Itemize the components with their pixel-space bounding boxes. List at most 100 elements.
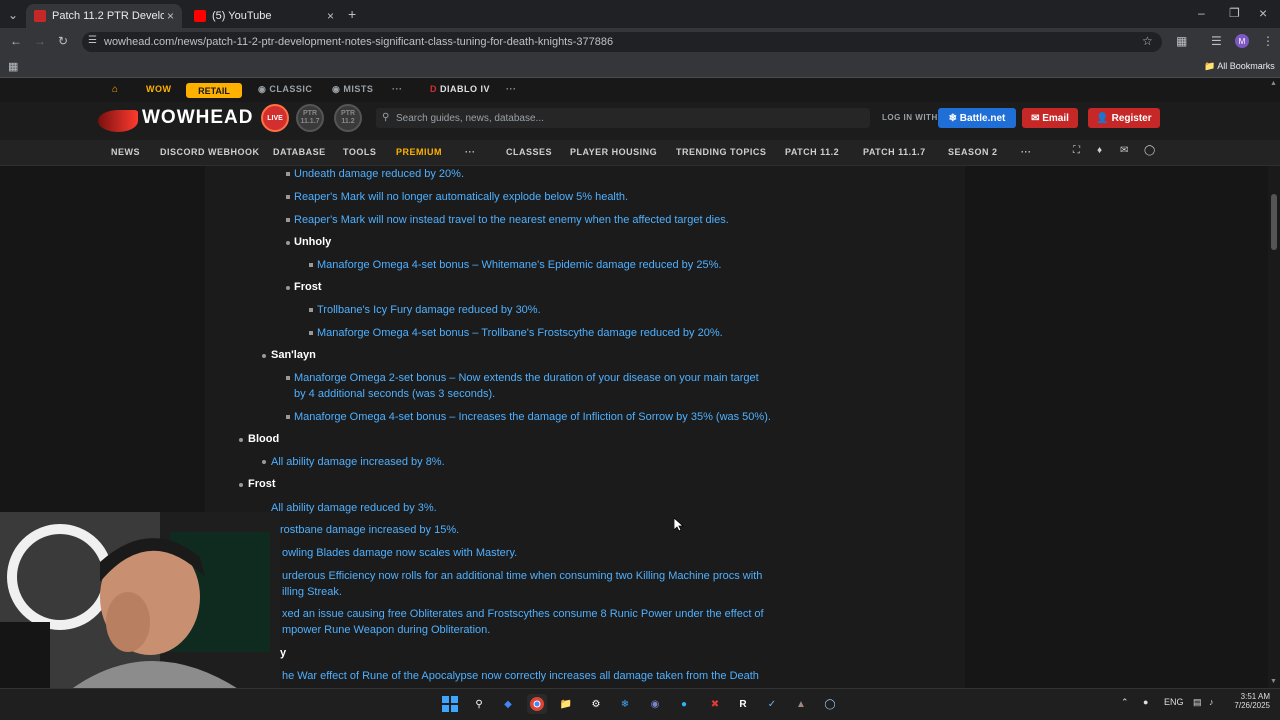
settings-gear-icon[interactable]: ⚙ [586,694,606,714]
apps-grid-icon[interactable]: ▦ [8,60,18,73]
live-badge[interactable]: LIVE [261,104,289,132]
app-x-icon[interactable]: ✖ [705,694,725,714]
site-logo[interactable]: WOWHEAD [142,107,253,129]
nav-more-games[interactable]: ··· [506,84,517,94]
back-icon[interactable]: ← [10,34,22,48]
nav-patch-112[interactable]: PATCH 11.2 [785,147,839,157]
nav-patch-1117[interactable]: PATCH 11.1.7 [863,147,926,157]
app-v-icon[interactable]: ✓ [762,694,782,714]
list-item[interactable]: he War effect of Rune of the Apocalypse … [282,668,759,684]
extensions-icon[interactable]: ▦ [1176,34,1187,48]
nav-more-wow[interactable]: ··· [392,84,403,94]
edge-icon[interactable]: ● [674,694,694,714]
all-bookmarks[interactable]: 📁 All Bookmarks [1204,61,1275,72]
nav-discord-webhook[interactable]: DISCORD WEBHOOK [160,147,260,157]
language-globe-icon[interactable]: ◯ [1144,145,1155,156]
list-item[interactable]: Manaforge Omega 2-set bonus – Now extend… [294,370,759,386]
windows-start-icon[interactable] [440,694,460,714]
url-bar[interactable]: wowhead.com/news/patch-11-2-ptr-developm… [82,32,1162,52]
wowhead-favicon-icon [34,10,46,22]
search-icon[interactable]: ⚲ [469,694,489,714]
nav-news[interactable]: NEWS [111,147,140,157]
copilot-icon[interactable]: ◆ [498,694,518,714]
site-info-icon[interactable]: ☰ [88,35,97,46]
nav-season-2[interactable]: SEASON 2 [948,147,998,157]
list-item[interactable]: Trollbane's Icy Fury damage reduced by 3… [317,302,541,318]
battlenet-app-icon[interactable]: ❄ [615,694,635,714]
tab-youtube[interactable]: (5) YouTube × [186,4,342,28]
messages-icon[interactable]: ✉ [1120,145,1128,156]
network-icon[interactable]: ▤ [1193,697,1202,708]
bookmark-star-icon[interactable]: ☆ [1142,34,1153,48]
list-item[interactable]: Manaforge Omega 4-set bonus – Increases … [294,409,771,425]
tab-wowhead[interactable]: Patch 11.2 PTR Development N × [26,4,182,28]
nav-premium[interactable]: PREMIUM [396,147,442,157]
list-item[interactable]: mpower Rune Weapon during Obliteration. [282,622,490,638]
nav-diablo[interactable]: D DIABLO IV [430,84,490,94]
nav-tools[interactable]: TOOLS [343,147,376,157]
menu-kebab-icon[interactable]: ⋮ [1262,34,1274,48]
list-item[interactable]: owling Blades damage now scales with Mas… [282,545,517,561]
nav-more-2[interactable]: ··· [1021,147,1032,157]
nav-mists[interactable]: ◉ MISTS [332,84,373,95]
nav-classic[interactable]: ◉ CLASSIC [258,84,312,95]
media-control-icon[interactable]: ☰ [1211,34,1222,48]
mouse-cursor-icon [674,518,684,532]
scroll-down-arrow-icon[interactable]: ▼ [1270,678,1277,685]
nav-retail[interactable]: RETAIL [186,83,242,98]
microphone-icon[interactable]: ● [1143,697,1148,707]
battlenet-login-button[interactable]: ❄ Battle.net [938,108,1016,128]
nav-database[interactable]: DATABASE [273,147,326,157]
nav-player-housing[interactable]: PLAYER HOUSING [570,147,657,157]
chrome-icon[interactable] [527,694,547,714]
ptr-1117-badge[interactable]: PTR 11.1.7 [296,104,324,132]
home-icon[interactable]: ⌂ [112,84,118,95]
nav-classes[interactable]: CLASSES [506,147,552,157]
profile-avatar[interactable]: M [1235,34,1249,48]
volume-icon[interactable]: ♪ [1209,697,1214,707]
tray-overflow-icon[interactable]: ⌃ [1121,697,1129,708]
nav-trending-topics[interactable]: TRENDING TOPICS [676,147,766,157]
list-item[interactable]: All ability damage reduced by 3%. [271,500,437,516]
app-r-icon[interactable]: R [733,694,753,714]
language-indicator[interactable]: ENG [1164,697,1184,707]
search-icon: ⚲ [382,112,390,123]
close-tab-icon[interactable]: × [327,9,334,23]
notifications-bell-icon[interactable]: ♦ [1097,145,1102,156]
maximize-icon[interactable]: ❐ [1229,6,1240,20]
register-button[interactable]: 👤 Register [1088,108,1160,128]
site-search-input[interactable]: Search guides, news, database... [376,108,870,128]
nav-more-1[interactable]: ··· [465,147,476,157]
list-item[interactable]: illing Streak. [282,584,342,600]
list-item[interactable]: Reaper's Mark will no longer automatical… [294,189,628,205]
file-explorer-icon[interactable]: 📁 [556,694,576,714]
wowhead-logo-icon [98,110,138,132]
nav-wow[interactable]: WOW [146,84,172,94]
list-item[interactable]: by 4 additional seconds (was 3 seconds). [294,386,495,402]
app-game-icon[interactable]: ▲ [791,694,811,714]
scroll-up-arrow-icon[interactable]: ▲ [1270,80,1277,87]
ptr-112-badge[interactable]: PTR 11.2 [334,104,362,132]
list-item[interactable]: Reaper's Mark will now instead travel to… [294,212,729,228]
email-login-button[interactable]: ✉ Email [1022,108,1078,128]
list-bullet [286,241,290,245]
list-item[interactable]: xed an issue causing free Obliterates an… [282,606,764,622]
list-item[interactable]: Manaforge Omega 4-set bonus – Trollbane'… [317,325,723,341]
forward-icon[interactable]: → [34,34,46,48]
list-item[interactable]: rostbane damage increased by 15%. [280,522,459,538]
minimize-icon[interactable]: – [1198,6,1205,20]
close-tab-icon[interactable]: × [167,9,174,23]
reload-icon[interactable]: ↻ [58,34,68,48]
discord-icon[interactable]: ◉ [645,694,665,714]
steam-icon[interactable]: ◯ [820,694,840,714]
clock[interactable]: 3:51 AM 7/26/2025 [1228,692,1270,710]
new-tab-button[interactable]: + [348,6,356,22]
close-window-icon[interactable]: × [1259,5,1267,21]
list-item[interactable]: All ability damage increased by 8%. [271,454,445,470]
scrollbar-thumb[interactable] [1271,194,1277,250]
list-item[interactable]: Undeath damage reduced by 20%. [294,166,464,182]
list-item[interactable]: Manaforge Omega 4-set bonus – Whitemane'… [317,257,721,273]
list-item[interactable]: urderous Efficiency now rolls for an add… [282,568,762,584]
fullscreen-icon[interactable]: ⛶ [1073,145,1080,156]
tab-search-icon[interactable]: ⌄ [8,8,18,22]
